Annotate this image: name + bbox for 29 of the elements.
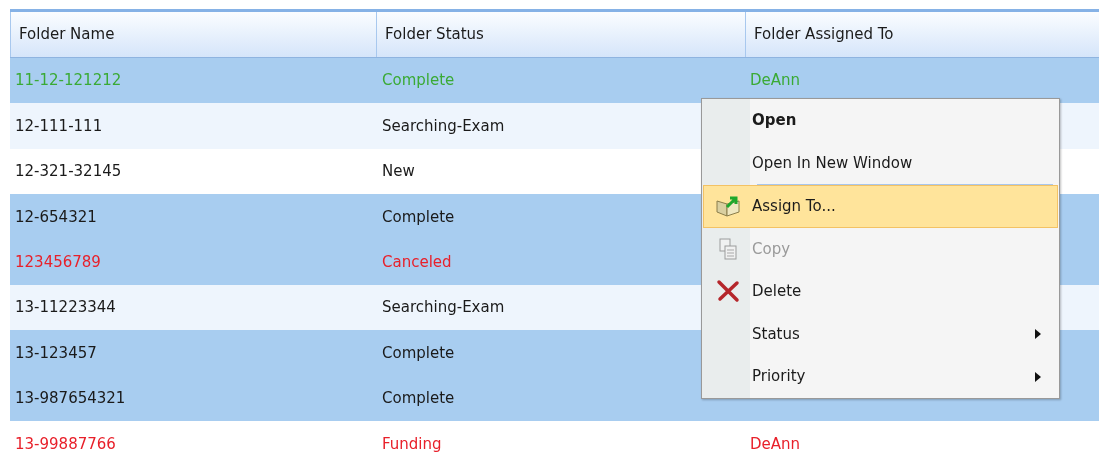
table-cell: 13-987654321	[15, 389, 126, 408]
table-cell: Funding	[382, 434, 442, 453]
table-cell: 12-654321	[15, 207, 97, 226]
submenu-arrow-icon	[1035, 329, 1041, 339]
table-cell: Complete	[382, 71, 455, 90]
table-cell: 13-123457	[15, 343, 97, 362]
table-cell: DeAnn	[750, 71, 801, 90]
submenu-arrow-icon	[1035, 371, 1041, 382]
table-cell: 12-321-32145	[15, 162, 122, 181]
table-cell: 11-12-121212	[15, 71, 122, 90]
table-cell: Searching-Exam	[382, 116, 505, 135]
table-cell: New	[382, 162, 415, 181]
menu-item[interactable]: Assign To...	[703, 185, 1058, 228]
table-cell: 12-111-111	[15, 116, 103, 135]
copy-icon	[719, 237, 737, 260]
column-header[interactable]: Folder Assigned To	[745, 12, 1099, 57]
table-cell: Complete	[382, 389, 455, 408]
folder-arrow-icon	[715, 195, 741, 218]
table-cell: DeAnn	[750, 434, 801, 453]
column-header[interactable]: Folder Status	[376, 12, 745, 57]
table-cell: 13-99887766	[15, 434, 116, 453]
table-cell: Complete	[382, 343, 455, 362]
column-header[interactable]: Folder Name	[10, 12, 376, 57]
table-cell: Canceled	[382, 253, 452, 271]
table-cell: Complete	[382, 207, 455, 226]
table-cell: 13-11223344	[15, 298, 116, 317]
delete-icon	[716, 279, 740, 304]
table-cell: 123456789	[15, 253, 101, 271]
table-cell: Searching-Exam	[382, 298, 505, 317]
